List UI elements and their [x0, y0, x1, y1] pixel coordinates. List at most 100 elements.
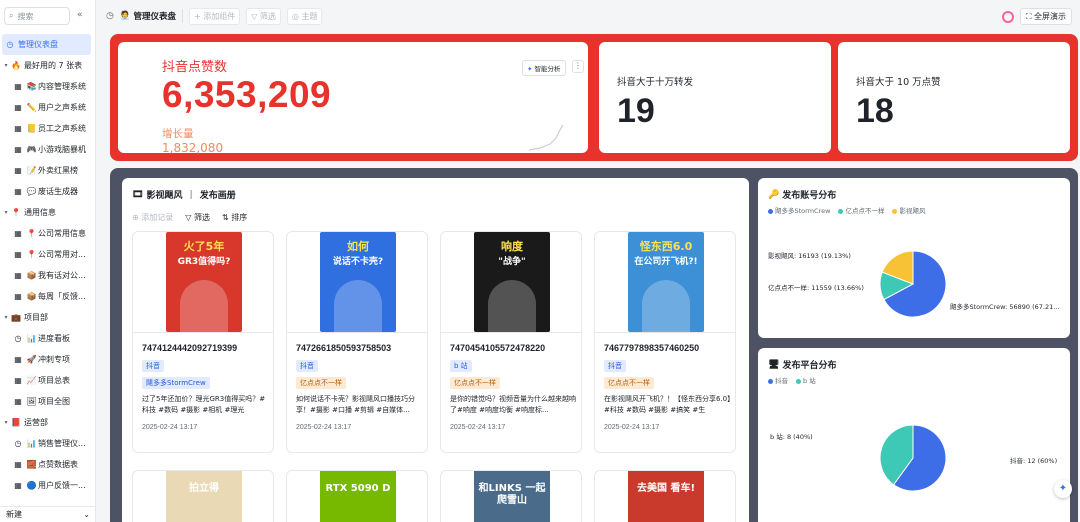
- sidebar-item[interactable]: ▦ 📚 内容管理系统: [0, 76, 95, 97]
- cover-image: 火了5年 GR3值得吗?: [166, 232, 242, 332]
- gallery-card[interactable]: 响度 "战争" 7470454105572478220 b 站 亿点点不一样 是…: [440, 231, 582, 453]
- divider: [133, 332, 273, 333]
- gallery-card[interactable]: RTX 5090 D: [286, 470, 428, 522]
- item-emoji-icon: 💬: [26, 187, 37, 196]
- item-emoji-icon: 📍: [26, 250, 37, 259]
- platform-tag: 抖音: [296, 360, 318, 372]
- cover-figure: [334, 280, 382, 332]
- sidebar-item[interactable]: ▦ 📍 公司常用信息: [0, 223, 95, 244]
- item-icon: ▦: [14, 250, 22, 259]
- divider: [287, 332, 427, 333]
- chevron-down-icon[interactable]: ⌄: [83, 510, 90, 519]
- cover-title: 拍立得: [189, 483, 219, 494]
- sidebar-item[interactable]: ▦ 📒 员工之声系统: [0, 118, 95, 139]
- record-id: 7470454105572478220: [450, 343, 546, 353]
- caret-icon[interactable]: ▾: [2, 314, 10, 321]
- more-icon[interactable]: ⋮: [572, 60, 584, 73]
- sidebar-item[interactable]: ▾ 💼 项目部: [0, 307, 95, 328]
- kpi-card-likes[interactable]: 抖音点赞数 6,353,209 增长量 1,832,080 ✦ 智能分析 ⋮: [118, 42, 588, 155]
- sidebar-item-label: 员工之声系统: [38, 124, 86, 133]
- kpi-card-shares[interactable]: 抖音大于十万转发 19: [599, 42, 831, 153]
- sidebar-item-label: 最好用的 7 张表: [24, 61, 83, 70]
- gallery-card[interactable]: 如何 说话不卡壳? 7472661850593758503 抖音 亿点点不一样 …: [286, 231, 428, 453]
- gallery-card[interactable]: 去美国 看车!: [594, 470, 736, 522]
- sidebar-item[interactable]: ▦ 🔵 用户反馈一...: [0, 475, 95, 496]
- sidebar-item[interactable]: ▾ 🔥 最好用的 7 张表: [0, 55, 95, 76]
- add-record-button[interactable]: ⊕ 添加记录: [132, 212, 173, 223]
- item-icon: ◷: [14, 439, 22, 448]
- sidebar-item[interactable]: ◷ 📊 进度看板: [0, 328, 95, 349]
- sidebar-item[interactable]: ▦ 📍 公司常用对...: [0, 244, 95, 265]
- cover-image: 响度 "战争": [474, 232, 550, 332]
- cover-title: 如何: [347, 240, 369, 253]
- item-icon: ▦: [14, 376, 22, 385]
- caret-icon[interactable]: ▾: [2, 62, 10, 69]
- sidebar-item-label: 进度看板: [38, 334, 70, 343]
- ai-assistant-icon[interactable]: [1001, 10, 1014, 23]
- sidebar-item-label: 通用信息: [24, 208, 56, 217]
- sidebar-item[interactable]: ▦ 🎮 小游戏脑暴机: [0, 139, 95, 160]
- item-icon: 📕: [11, 418, 21, 427]
- item-emoji-icon: 📈: [26, 376, 37, 385]
- gallery-card[interactable]: 和LINKS 一起爬雪山: [440, 470, 582, 522]
- item-emoji-icon: ✏️: [26, 103, 37, 112]
- caret-icon[interactable]: ▾: [2, 209, 10, 216]
- sort-button[interactable]: ⇅ 排序: [222, 212, 247, 223]
- collapse-sidebar-button[interactable]: «: [77, 10, 83, 20]
- item-icon: ◷: [14, 334, 22, 343]
- sidebar-item[interactable]: ▦ 🖼 项目全图: [0, 391, 95, 412]
- card-date: 2025-02-24 13:17: [604, 424, 660, 431]
- sidebar-item[interactable]: ▦ ✏️ 用户之声系统: [0, 97, 95, 118]
- filter-button[interactable]: ▽ 筛选: [246, 7, 281, 25]
- pie-label: b 站: 8 (40%): [770, 433, 813, 441]
- item-icon: ▦: [14, 187, 22, 196]
- sidebar-item-label: 公司常用信息: [38, 229, 86, 238]
- kpi-value: 19: [617, 92, 655, 130]
- gallery-filter-button[interactable]: ▽ 筛选: [185, 212, 210, 223]
- sidebar-item-label: 项目全图: [38, 397, 70, 406]
- caret-icon[interactable]: ▾: [2, 419, 10, 426]
- sidebar-item[interactable]: ▦ 📝 外卖红黑榜: [0, 160, 95, 181]
- kpi-card-likes-100k[interactable]: 抖音大于 10 万点赞 18: [838, 42, 1070, 153]
- item-icon: ▦: [14, 166, 22, 175]
- sidebar-item[interactable]: ◷ 管理仪表盘: [2, 34, 91, 55]
- sidebar-item[interactable]: ▦ 📦 我有话对公...: [0, 265, 95, 286]
- new-button[interactable]: 新建: [6, 509, 22, 520]
- sidebar-item[interactable]: ▾ 📕 运营部: [0, 412, 95, 433]
- gallery-card[interactable]: 火了5年 GR3值得吗? 7474124442092719399 抖音 飓多多S…: [132, 231, 274, 453]
- item-icon: ▦: [14, 292, 22, 301]
- platform-tag: 抖音: [604, 360, 626, 372]
- sidebar-item[interactable]: ◷ 📊 销售管理仪...: [0, 433, 95, 454]
- add-widget-button[interactable]: + 添加组件: [188, 7, 241, 25]
- page-title-text: 管理仪表盘: [133, 12, 176, 22]
- account-tag: 飓多多StormCrew: [142, 377, 210, 389]
- topbar: ◷ 🧑‍💼 管理仪表盘 + 添加组件 ▽ 筛选 ◎ 主题: [96, 0, 1080, 32]
- card-date: 2025-02-24 13:17: [450, 424, 506, 431]
- presentation-icon: ⛶: [1025, 12, 1032, 21]
- item-icon: ▦: [14, 124, 22, 133]
- gallery-card[interactable]: 怪东西6.0 在公司开飞机?! 7467797898357460250 抖音 亿…: [594, 231, 736, 453]
- ai-sparkle-button[interactable]: ✦: [1054, 480, 1072, 498]
- fullscreen-button[interactable]: ⛶ 全屏演示: [1019, 8, 1072, 25]
- theme-button[interactable]: ◎ 主题: [286, 7, 323, 25]
- item-icon: ▦: [14, 229, 22, 238]
- cover-subtitle: 在公司开飞机?!: [634, 257, 698, 267]
- sidebar-item[interactable]: ▦ 🚀 冲刺专项: [0, 349, 95, 370]
- card-description: 过了5年还加价？理光GR3值得买吗？#科技 #数码 #摄影 #相机 #理光: [142, 395, 266, 414]
- kpi-value: 18: [856, 92, 894, 130]
- cover-image: 和LINKS 一起爬雪山: [474, 471, 550, 522]
- gallery-card[interactable]: 拍立得: [132, 470, 274, 522]
- search-input[interactable]: ⌕ 搜索: [4, 7, 70, 25]
- smart-analysis-button[interactable]: ✦ 智能分析: [522, 60, 566, 76]
- sidebar-item[interactable]: ▦ 📈 项目总表: [0, 370, 95, 391]
- sidebar-item[interactable]: ▾ 📍 通用信息: [0, 202, 95, 223]
- search-placeholder: 搜索: [17, 11, 34, 21]
- pie-label: 抖音: 12 (60%): [1010, 457, 1058, 465]
- item-emoji-icon: 📦: [26, 292, 37, 301]
- sidebar-item-label: 公司常用对...: [38, 250, 86, 259]
- item-emoji-icon: 📊: [26, 334, 37, 343]
- item-icon: 💼: [11, 313, 21, 322]
- sidebar-item[interactable]: ▦ 🧱 点赞数据表: [0, 454, 95, 475]
- sidebar-item[interactable]: ▦ 📦 每周「反馈...: [0, 286, 95, 307]
- sidebar-item[interactable]: ▦ 💬 废话生成器: [0, 181, 95, 202]
